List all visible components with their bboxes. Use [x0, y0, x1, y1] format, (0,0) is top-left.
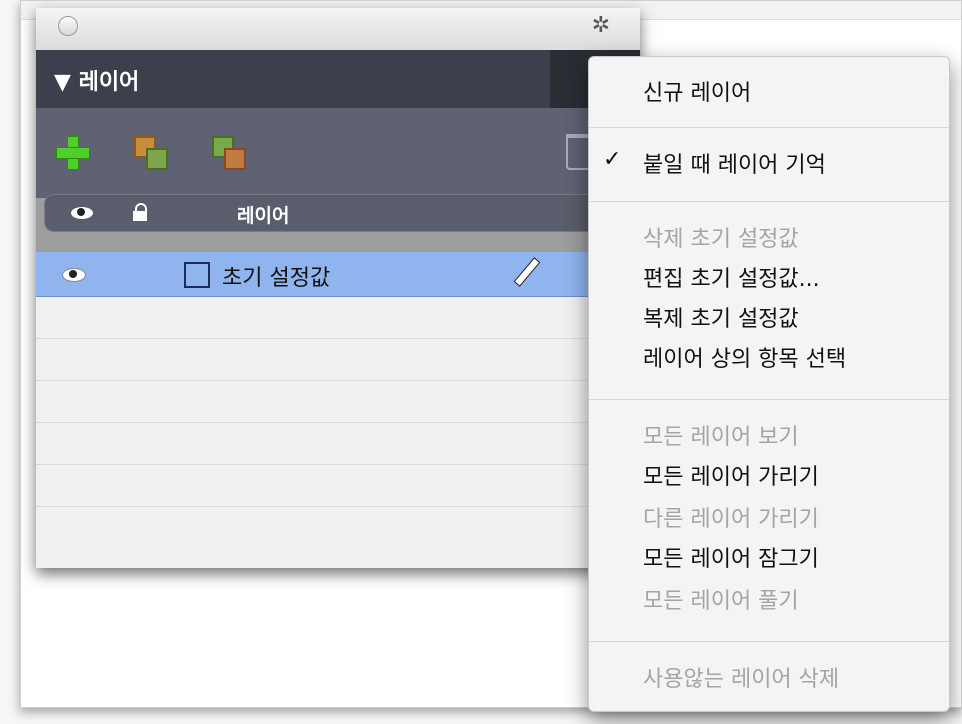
panel-titlebar: ✲	[36, 8, 640, 51]
layer-column-header: 레이어	[44, 194, 640, 232]
layers-panel: ✲ ▼ 레이어 레이어 초기 설정값	[36, 8, 640, 568]
menu-separator	[589, 127, 949, 128]
menu-item-edit-layer[interactable]: 편집 초기 설정값...	[643, 261, 820, 293]
menu-item-unlock-all-layers: 모든 레이어 풀기	[643, 589, 799, 614]
menu-separator	[589, 641, 949, 642]
menu-item-select-items-on-layer[interactable]: 레이어 상의 항목 선택	[643, 341, 846, 373]
list-divider	[36, 506, 640, 507]
duplicate-layer-icon[interactable]	[134, 136, 168, 170]
pencil-icon	[512, 257, 541, 288]
menu-separator	[589, 399, 949, 400]
column-header-label: 레이어	[237, 205, 290, 227]
menu-item-lock-all-layers[interactable]: 모든 레이어 잠그기	[643, 541, 819, 573]
menu-item-hide-other-layers: 다른 레이어 가리기	[643, 507, 819, 532]
panel-header: ▼ 레이어	[36, 50, 640, 108]
list-divider	[36, 464, 640, 465]
merge-layer-icon[interactable]	[212, 136, 246, 170]
close-button[interactable]	[58, 16, 78, 36]
menu-item-show-all-layers: 모든 레이어 보기	[643, 425, 799, 450]
menu-item-paste-remembers-layers[interactable]: 붙일 때 레이어 기억	[603, 147, 826, 179]
layer-row[interactable]: 초기 설정값	[36, 252, 640, 297]
menu-item-new-layer[interactable]: 신규 레이어	[643, 75, 751, 107]
list-divider	[36, 380, 640, 381]
visibility-eye-icon[interactable]	[62, 268, 86, 282]
panel-context-menu: 신규 레이어 붙일 때 레이어 기억 삭제 초기 설정값 편집 초기 설정값..…	[588, 56, 950, 712]
list-divider	[36, 422, 640, 423]
menu-separator	[589, 201, 949, 202]
eye-icon	[71, 207, 93, 219]
lock-icon	[133, 203, 147, 221]
toolbar	[36, 108, 640, 198]
gear-icon[interactable]: ✲	[592, 14, 610, 38]
panel-title[interactable]: ▼ 레이어	[54, 64, 139, 96]
layer-color-swatch	[184, 262, 210, 288]
menu-item-delete-unused-layers: 사용않는 레이어 삭제	[643, 667, 840, 692]
list-divider	[36, 338, 640, 339]
menu-item-delete-layer: 삭제 초기 설정값	[643, 227, 799, 252]
layer-name: 초기 설정값	[222, 266, 331, 291]
layer-list: 초기 설정값	[36, 252, 640, 568]
menu-item-duplicate-layer[interactable]: 복제 초기 설정값	[643, 301, 799, 333]
menu-item-hide-all-layers[interactable]: 모든 레이어 가리기	[643, 459, 819, 491]
add-layer-icon[interactable]	[56, 136, 90, 170]
